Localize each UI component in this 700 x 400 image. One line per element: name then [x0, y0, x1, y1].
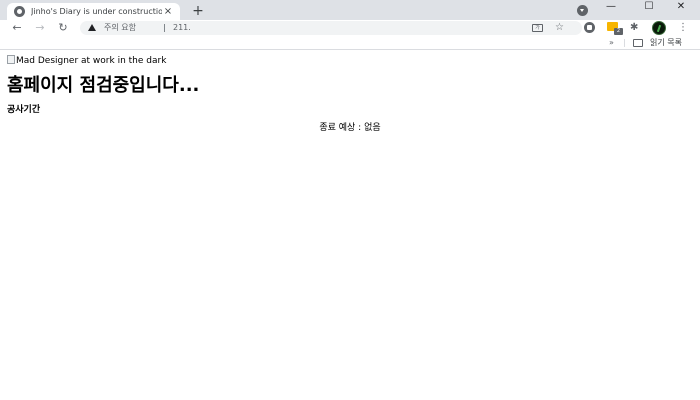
reading-list-icon[interactable] [633, 39, 643, 47]
construction-period-label: 공사기간 [7, 105, 41, 115]
page-title: 홈페이지 점검중입니다... [7, 75, 200, 96]
browser-toolbar: ← → ↻ 주의 요함 211. 가 ☆ [0, 20, 700, 36]
extensions-puzzle-icon[interactable]: ✱ [630, 20, 638, 36]
url-text[interactable]: 211. [173, 21, 191, 35]
translate-icon[interactable]: 가 [532, 24, 543, 32]
warning-icon[interactable] [88, 24, 96, 31]
broken-image-icon [7, 55, 15, 64]
new-tab-button[interactable]: + [190, 3, 206, 19]
minimize-button[interactable]: — [596, 0, 626, 18]
page-viewport: Mad Designer at work in the dark 홈페이지 점검… [0, 51, 700, 400]
browser-menu-icon[interactable]: ⋮ [678, 20, 688, 36]
security-warning-label[interactable]: 주의 요함 [104, 21, 136, 35]
close-window-button[interactable]: ✕ [666, 0, 696, 18]
image-alt-text: Mad Designer at work in the dark [16, 56, 167, 66]
globe-icon [14, 6, 25, 17]
tab-jinhos-diary[interactable]: Jinho's Diary is under construction × [7, 3, 180, 20]
broken-image: Mad Designer at work in the dark [7, 55, 166, 67]
forward-button[interactable]: → [33, 20, 47, 36]
omnibox-divider [164, 24, 165, 32]
tab-strip: Jinho's Diary is under construction × + … [0, 0, 700, 20]
bookmarks-bar: » 읽기 목록 [0, 36, 700, 50]
tab-search-icon[interactable] [577, 5, 588, 16]
bookmarks-divider [624, 39, 625, 47]
address-bar[interactable]: 주의 요함 211. 가 ☆ [80, 21, 582, 35]
reading-list-button[interactable]: 읽기 목록 [650, 36, 682, 50]
bookmarks-overflow-button[interactable]: » [609, 36, 614, 50]
reload-button[interactable]: ↻ [56, 20, 70, 36]
profile-avatar[interactable] [652, 21, 666, 35]
extension-badge: 2 [614, 28, 623, 35]
maximize-button[interactable]: ☐ [634, 0, 664, 18]
expected-end-text: 종료 예상 : 없음 [319, 123, 381, 133]
shield-extension-icon[interactable] [584, 22, 595, 33]
tab-close-button[interactable]: × [162, 3, 174, 20]
tab-title: Jinho's Diary is under construction [31, 7, 162, 16]
bookmark-star-icon[interactable]: ☆ [555, 21, 564, 35]
back-button[interactable]: ← [10, 20, 24, 36]
